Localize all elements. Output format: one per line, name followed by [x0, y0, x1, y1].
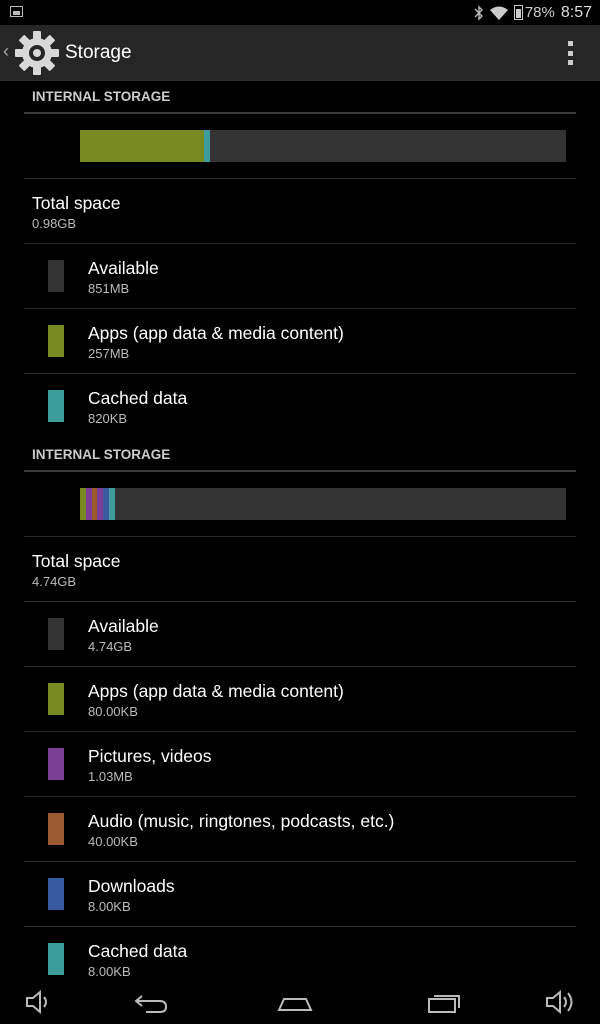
item-value: 8.00KB: [88, 899, 131, 914]
usage-bar-row: [24, 114, 576, 179]
item-value: 820KB: [88, 411, 128, 426]
item-value: 8.00KB: [88, 964, 131, 979]
volume-down-icon[interactable]: [24, 986, 52, 1018]
recent-apps-icon[interactable]: [426, 986, 464, 1018]
image-notification-icon: [10, 6, 23, 17]
usage-bar-segment: [80, 130, 204, 162]
color-swatch: [48, 325, 64, 357]
action-bar: ‹ Storage: [0, 25, 600, 81]
total-space-row[interactable]: Total space 4.74GB: [24, 537, 576, 602]
battery-percent: 78%: [524, 4, 555, 21]
color-swatch: [48, 878, 64, 910]
section-header: INTERNAL STORAGE: [24, 438, 576, 472]
storage-item-audio[interactable]: Audio (music, ringtones, podcasts, etc.)…: [24, 797, 576, 862]
storage-item-downloads[interactable]: Downloads 8.00KB: [24, 862, 576, 927]
clock: 8:57: [560, 3, 592, 21]
volume-up-icon[interactable]: [544, 986, 576, 1018]
item-label: Apps (app data & media content): [88, 323, 344, 343]
item-label: Available: [88, 616, 159, 636]
total-space-label: Total space: [32, 551, 121, 571]
usage-bar-row: [24, 472, 576, 537]
storage-item-available[interactable]: Available 851MB: [24, 244, 576, 309]
back-chevron-icon[interactable]: ‹: [3, 41, 9, 62]
storage-item-apps[interactable]: Apps (app data & media content) 80.00KB: [24, 667, 576, 732]
item-label: Audio (music, ringtones, podcasts, etc.): [88, 811, 395, 831]
item-label: Available: [88, 258, 159, 278]
color-swatch: [48, 813, 64, 845]
navigation-bar: [0, 980, 600, 1024]
battery-icon: [513, 5, 523, 20]
total-space-row[interactable]: Total space 0.98GB: [24, 179, 576, 244]
item-value: 80.00KB: [88, 704, 138, 719]
item-value: 4.74GB: [88, 639, 133, 654]
item-label: Downloads: [88, 876, 175, 896]
total-space-value: 4.74GB: [32, 574, 77, 589]
section-header: INTERNAL STORAGE: [24, 80, 576, 114]
item-value: 1.03MB: [88, 769, 133, 784]
back-icon[interactable]: [132, 986, 170, 1018]
color-swatch: [48, 260, 64, 292]
settings-gear-icon[interactable]: [14, 30, 60, 76]
bluetooth-icon: [474, 4, 483, 21]
color-swatch: [48, 683, 64, 715]
color-swatch: [48, 390, 64, 422]
wifi-icon: [489, 6, 508, 20]
home-icon[interactable]: [276, 986, 314, 1018]
total-space-label: Total space: [32, 193, 121, 213]
usage-bar-segment: [109, 488, 115, 520]
item-label: Cached data: [88, 388, 188, 408]
item-label: Cached data: [88, 941, 188, 961]
item-label: Pictures, videos: [88, 746, 212, 766]
total-space-value: 0.98GB: [32, 216, 77, 231]
color-swatch: [48, 618, 64, 650]
storage-item-cached-data[interactable]: Cached data 8.00KB: [24, 927, 576, 980]
color-swatch: [48, 943, 64, 975]
storage-item-apps[interactable]: Apps (app data & media content) 257MB: [24, 309, 576, 374]
usage-bar: [80, 488, 566, 520]
item-value: 257MB: [88, 346, 130, 361]
storage-item-pictures-videos[interactable]: Pictures, videos 1.03MB: [24, 732, 576, 797]
page-title: Storage: [65, 42, 132, 63]
storage-item-cached-data[interactable]: Cached data 820KB: [24, 374, 576, 438]
usage-bar-segment: [203, 130, 210, 162]
status-icons: 78% 8:57: [474, 2, 592, 23]
color-swatch: [48, 748, 64, 780]
item-value: 851MB: [88, 281, 130, 296]
item-value: 40.00KB: [88, 834, 138, 849]
storage-item-available[interactable]: Available 4.74GB: [24, 602, 576, 667]
status-bar: 78% 8:57: [0, 0, 600, 25]
item-label: Apps (app data & media content): [88, 681, 344, 701]
overflow-menu-icon[interactable]: [568, 41, 574, 65]
storage-list[interactable]: INTERNAL STORAGE Total space 0.98GB Avai…: [24, 80, 576, 980]
usage-bar: [80, 130, 566, 162]
